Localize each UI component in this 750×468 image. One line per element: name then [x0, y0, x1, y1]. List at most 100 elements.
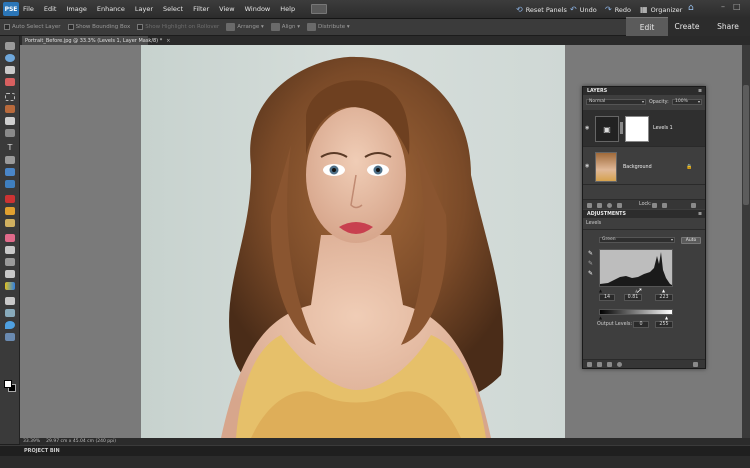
brush-tool-icon[interactable]	[5, 246, 15, 254]
show-bounding-checkbox[interactable]	[67, 24, 74, 30]
new-group-icon[interactable]	[597, 203, 602, 208]
white-point-eyedropper-icon[interactable]: ✎	[588, 270, 594, 277]
document-tab[interactable]: Portrait_Before.jpg @ 33.3% (Levels 1, L…	[22, 36, 170, 45]
expand-view-icon[interactable]	[597, 362, 602, 367]
new-adjustment-layer-icon[interactable]	[607, 203, 612, 208]
align-dropdown[interactable]: Align ▾	[270, 23, 300, 31]
red-eye-tool-icon[interactable]	[5, 195, 15, 203]
sponge-tool-icon[interactable]	[5, 321, 15, 329]
menu-edit[interactable]: Edit	[44, 5, 57, 13]
menu-filter[interactable]: Filter	[193, 5, 209, 13]
black-input-handle[interactable]: ▲	[599, 288, 602, 293]
new-layer-icon[interactable]	[587, 203, 592, 208]
zoom-level[interactable]: 33.39%	[23, 439, 40, 444]
redo-button[interactable]: ↷ Redo	[605, 5, 631, 14]
layers-panel-header[interactable]: LAYERS ≡	[583, 87, 705, 95]
toggle-visibility-icon[interactable]	[617, 362, 622, 367]
view-layout-menu-button[interactable]	[311, 4, 328, 14]
zoom-tool-icon[interactable]	[5, 54, 15, 62]
visibility-eye-icon[interactable]: ◉	[585, 163, 591, 169]
tab-create[interactable]: Create	[668, 17, 706, 36]
black-output-handle[interactable]: ▲	[599, 315, 602, 320]
menu-window[interactable]: Window	[245, 5, 271, 13]
reset-panels-button[interactable]: ⟲ Reset Panels	[516, 5, 567, 14]
smart-brush-tool-icon[interactable]	[5, 258, 15, 266]
trash-icon[interactable]	[691, 203, 696, 208]
crop-tool-icon[interactable]	[5, 156, 15, 164]
auto-select-checkbox[interactable]	[4, 24, 10, 30]
lock-transparency-icon[interactable]	[652, 203, 657, 208]
output-white-field[interactable]: 255	[655, 321, 673, 328]
clone-stamp-tool-icon[interactable]	[5, 219, 15, 227]
maximize-icon[interactable]: □	[733, 2, 741, 11]
marquee-tool-icon[interactable]	[5, 93, 15, 101]
distribute-dropdown[interactable]: Distribute ▾	[307, 23, 350, 31]
menu-file[interactable]: File	[23, 5, 34, 13]
arrange-dropdown[interactable]: Arrange ▾	[226, 23, 264, 31]
menu-enhance[interactable]: Enhance	[97, 5, 125, 13]
menu-help[interactable]: Help	[280, 5, 295, 13]
project-bin-bar[interactable]: PROJECT BIN	[0, 445, 750, 456]
tab-edit[interactable]: Edit	[626, 17, 668, 36]
type-tool-icon[interactable]: T	[5, 144, 15, 152]
clip-to-layer-icon[interactable]	[607, 362, 612, 367]
add-mask-icon[interactable]	[617, 203, 622, 208]
vertical-scrollbar[interactable]	[742, 45, 750, 438]
delete-adjustment-icon[interactable]	[693, 362, 698, 367]
undo-button[interactable]: ↶ Undo	[570, 5, 597, 14]
portrait-photo[interactable]	[141, 45, 565, 438]
hand-tool-icon[interactable]	[5, 66, 15, 74]
eraser-tool-icon[interactable]	[5, 234, 15, 242]
show-highlight-option[interactable]: Show Highlight on Rollover	[137, 24, 219, 30]
auto-button[interactable]: Auto	[681, 237, 701, 244]
adjustments-panel-menu-icon[interactable]: ≡	[698, 211, 702, 219]
show-highlight-checkbox[interactable]	[137, 24, 144, 30]
input-white-field[interactable]: 223	[655, 294, 673, 301]
eyedropper-tool-icon[interactable]	[5, 78, 15, 86]
layer-row-levels[interactable]: ◉ ▣ Levels 1	[583, 110, 705, 147]
home-icon[interactable]: ⌂	[688, 3, 694, 13]
lasso-tool-icon[interactable]	[5, 105, 15, 113]
layer-row-background[interactable]: ◉ Background 🔒	[583, 148, 705, 185]
white-input-handle[interactable]: ▲	[662, 288, 665, 293]
input-gamma-field[interactable]: 0.81	[624, 294, 642, 301]
opacity-field[interactable]: 100% ▾	[672, 99, 702, 105]
foreground-color-swatch[interactable]	[4, 380, 12, 388]
layer-link-icon[interactable]	[620, 122, 623, 134]
output-levels-slider[interactable]: ▲ ▲	[599, 315, 673, 320]
healing-brush-tool-icon[interactable]	[5, 207, 15, 215]
layers-panel-menu-icon[interactable]: ≡	[698, 88, 702, 96]
menu-image[interactable]: Image	[66, 5, 86, 13]
gray-point-eyedropper-icon[interactable]: ✎	[588, 260, 594, 267]
output-black-field[interactable]: 0	[633, 321, 649, 328]
organizer-button[interactable]: ▦ Organizer	[640, 5, 682, 14]
visibility-eye-icon[interactable]: ◉	[585, 125, 591, 131]
minimize-icon[interactable]: –	[721, 2, 725, 11]
menu-view[interactable]: View	[219, 5, 234, 13]
input-black-field[interactable]: 14	[599, 294, 615, 301]
layer-mask-thumbnail[interactable]	[625, 116, 649, 142]
menu-select[interactable]: Select	[163, 5, 183, 13]
auto-select-layer-option[interactable]: Auto Select Layer	[4, 24, 61, 30]
close-document-icon[interactable]: ×	[166, 38, 170, 44]
blur-tool-icon[interactable]	[5, 309, 15, 317]
scrollbar-thumb[interactable]	[743, 85, 749, 205]
black-point-eyedropper-icon[interactable]: ✎	[588, 250, 594, 257]
straighten-tool-icon[interactable]	[5, 180, 15, 188]
adjustments-panel-header[interactable]: ADJUSTMENTS ≡	[583, 210, 705, 218]
paint-bucket-tool-icon[interactable]	[5, 270, 15, 278]
quick-selection-tool-icon[interactable]	[5, 129, 15, 137]
show-bounding-box-option[interactable]: Show Bounding Box	[67, 24, 130, 30]
menu-layer[interactable]: Layer	[135, 5, 153, 13]
tab-share[interactable]: Share	[706, 17, 750, 36]
lock-all-icon[interactable]	[662, 203, 667, 208]
blend-mode-dropdown[interactable]: Normal ▾	[586, 99, 646, 105]
gradient-tool-icon[interactable]	[5, 282, 15, 290]
white-output-handle[interactable]: ▲	[665, 315, 668, 320]
channel-dropdown[interactable]: Green ▾	[599, 237, 675, 243]
magic-wand-tool-icon[interactable]	[5, 117, 15, 125]
pencil-tool-icon[interactable]	[5, 333, 15, 341]
back-icon[interactable]	[587, 362, 592, 367]
cookie-cutter-tool-icon[interactable]	[5, 168, 15, 176]
shape-tool-icon[interactable]	[5, 297, 15, 305]
